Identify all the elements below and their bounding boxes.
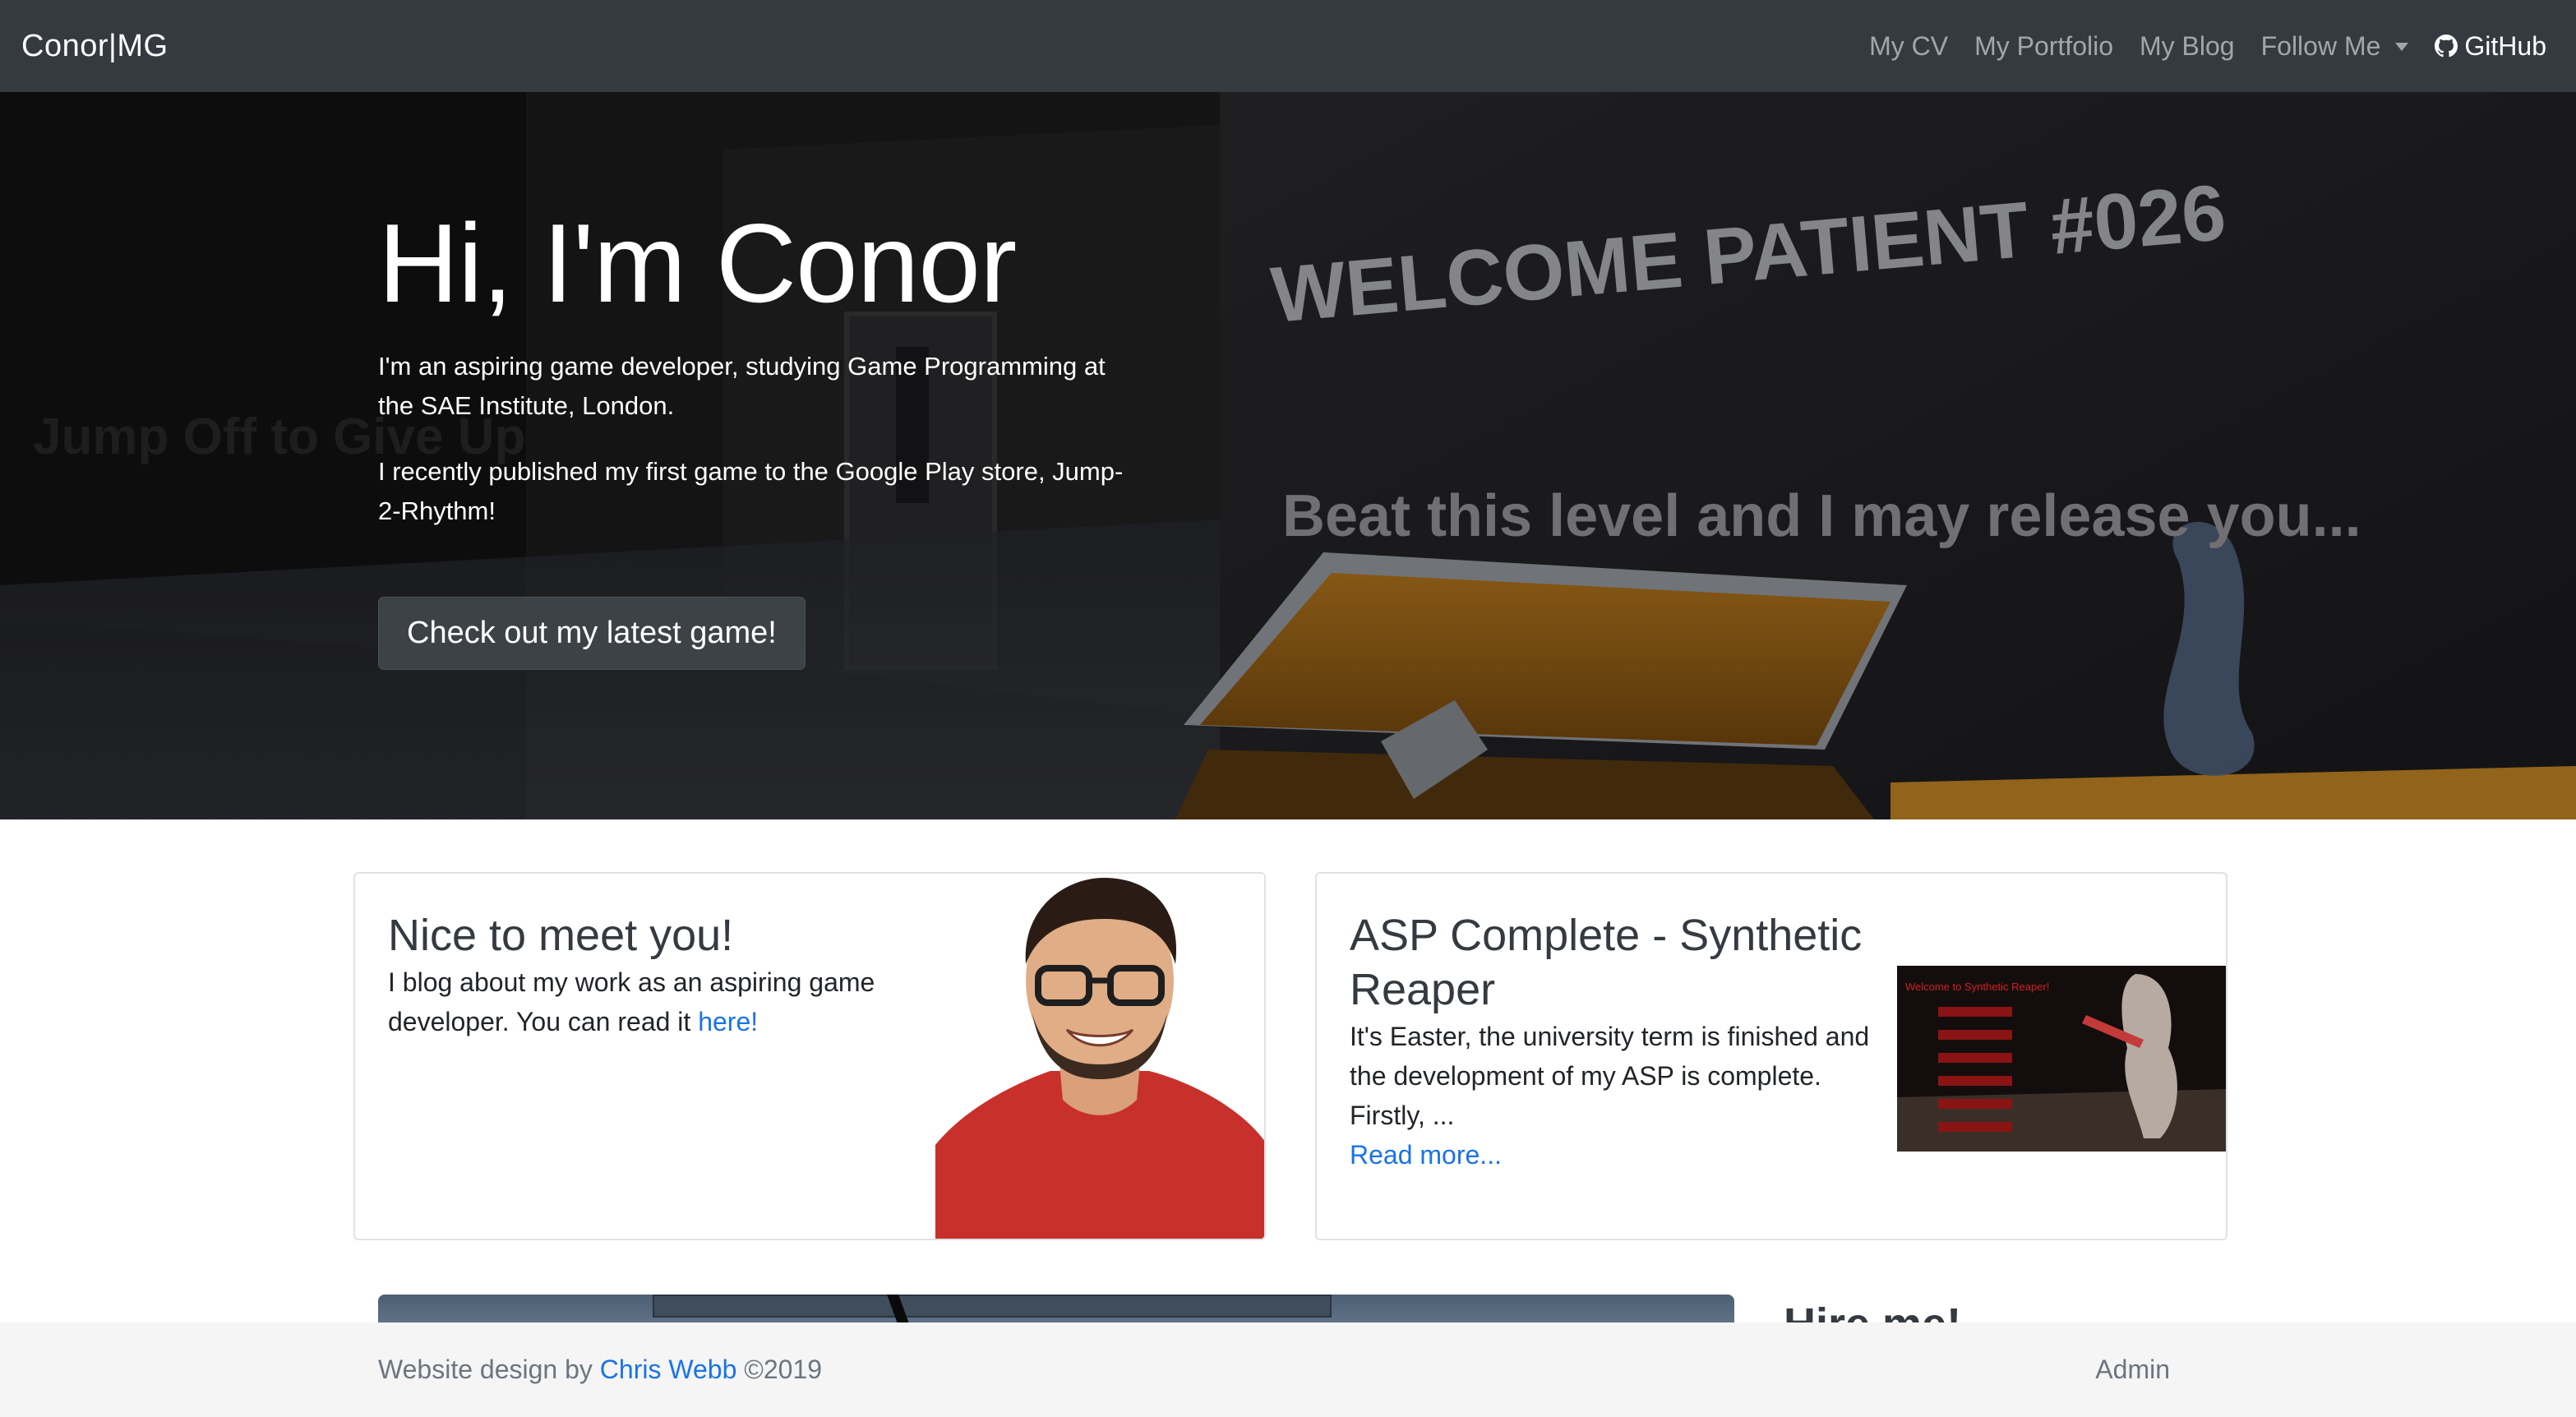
nav-follow-me-dropdown[interactable]: Follow Me [2261, 31, 2409, 62]
intro-card-body: Nice to meet you! I blog about my work a… [388, 908, 914, 1041]
footer-credit-suffix: ©2019 [736, 1355, 823, 1384]
synthetic-reaper-image: Welcome to Synthetic Reaper! [1897, 966, 2226, 1152]
follow-me-label: Follow Me [2260, 30, 2381, 61]
nav-my-portfolio[interactable]: My Portfolio [1974, 31, 2113, 62]
preview-bar [653, 1295, 1332, 1318]
github-label: GitHub [2464, 30, 2546, 61]
blog-post-card: ASP Complete - Synthetic Reaper It's Eas… [1315, 872, 2227, 1240]
caret-down-icon [2395, 43, 2409, 51]
hero-jumbotron: WELCOME PATIENT #026 Beat this level and… [0, 92, 2576, 819]
blog-post-thumbnail[interactable]: Welcome to Synthetic Reaper! [1897, 966, 2226, 1152]
thumb-caption: Welcome to Synthetic Reaper! [1905, 981, 2049, 993]
latest-game-button[interactable]: Check out my latest game! [378, 597, 806, 671]
intro-card-text-body: I blog about my work as an aspiring game… [388, 967, 875, 1036]
chris-webb-link[interactable]: Chris Webb [600, 1355, 737, 1384]
read-more-link[interactable]: Read more... [1350, 1140, 1502, 1170]
hero-game-text: I recently published my first game to th… [378, 457, 1124, 526]
page-footer: Website design by Chris Webb ©2019 Admin [0, 1322, 2576, 1417]
admin-link[interactable]: Admin [2095, 1355, 2170, 1385]
nav-my-blog[interactable]: My Blog [2140, 31, 2235, 62]
intro-card-text: I blog about my work as an aspiring game… [388, 962, 914, 1041]
blog-post-excerpt: It's Easter, the university term is fini… [1350, 1022, 1870, 1130]
footer-credit-prefix: Website design by [378, 1355, 600, 1384]
profile-photo [935, 874, 1264, 1239]
intro-card: Nice to meet you! I blog about my work a… [353, 872, 1266, 1240]
blog-post-body: ASP Complete - Synthetic Reaper It's Eas… [1350, 908, 1876, 1175]
footer-credit: Website design by Chris Webb ©2019 [378, 1355, 822, 1385]
hero-content: Hi, I'm Conor I'm an aspiring game devel… [378, 199, 1134, 671]
hero-intro-text: I'm an aspiring game developer, studying… [378, 352, 1106, 421]
brand-logo[interactable]: Conor|MG [21, 29, 169, 64]
nav-my-cv[interactable]: My CV [1869, 31, 1948, 62]
top-navbar: Conor|MG My CV My Portfolio My Blog Foll… [0, 0, 2576, 92]
nav-github[interactable]: GitHub [2435, 31, 2546, 62]
blog-post-title[interactable]: ASP Complete - Synthetic Reaper [1350, 908, 1876, 1017]
intro-card-title: Nice to meet you! [388, 911, 734, 960]
github-icon [2435, 35, 2458, 58]
hero-title: Hi, I'm Conor [378, 201, 1017, 325]
nav-links: My CV My Portfolio My Blog Follow Me Git… [1869, 31, 2555, 62]
blog-here-link[interactable]: here! [698, 1007, 758, 1036]
